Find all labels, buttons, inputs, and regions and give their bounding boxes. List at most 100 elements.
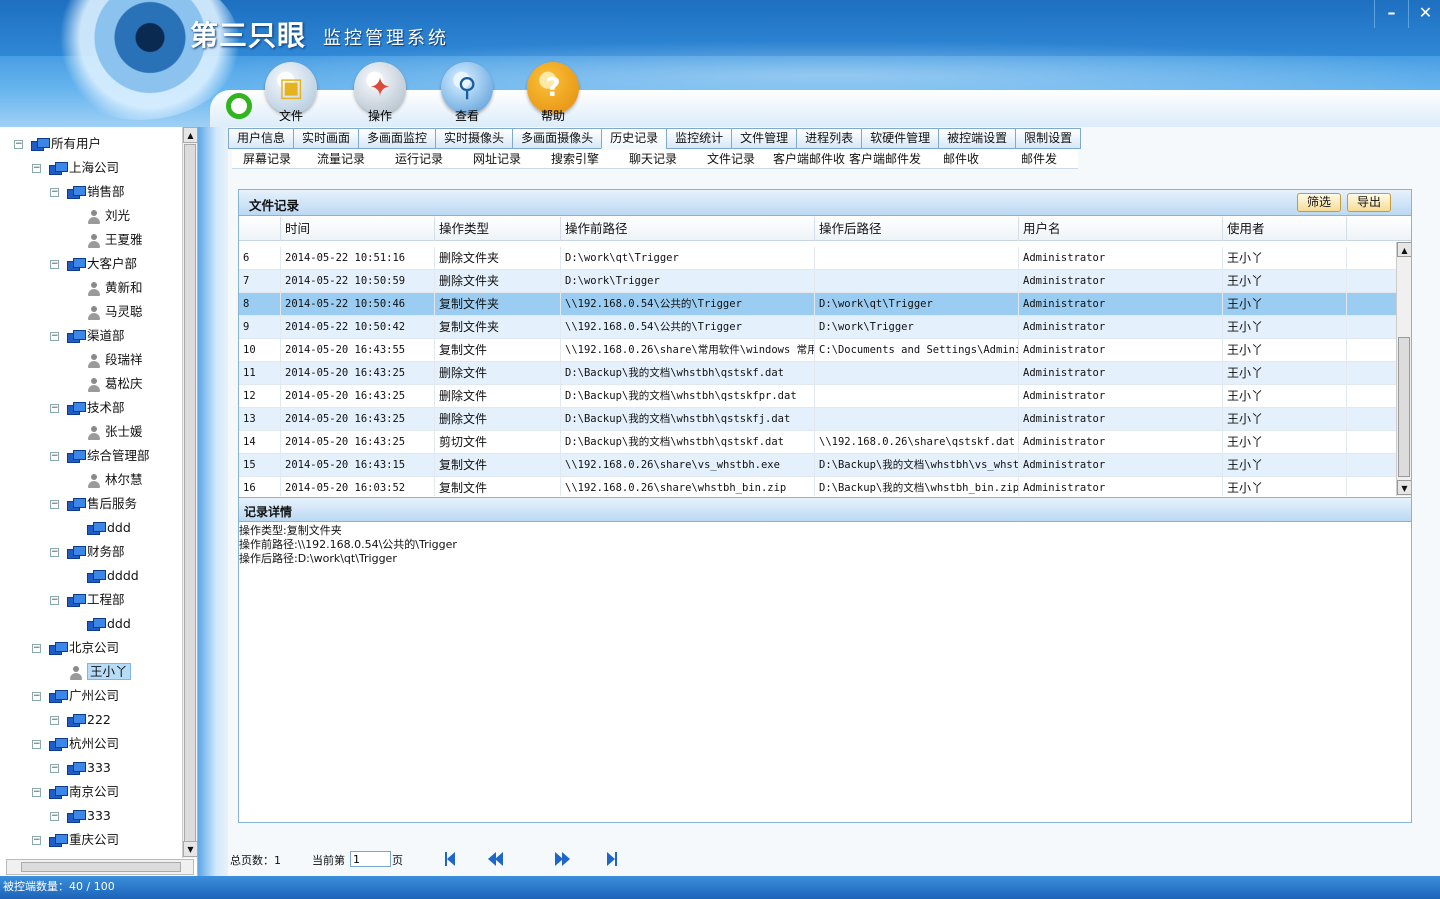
tree-horizontal-scrollbar[interactable] (6, 859, 194, 875)
primary-tab[interactable]: 进程列表 (796, 128, 863, 149)
table-row[interactable]: 9 2014-05-22 10:50:42 复制文件夹 \\192.168.0.54\… (239, 316, 1396, 339)
tree-node[interactable]: − 财务部 (50, 542, 125, 562)
last-page-button[interactable] (605, 850, 625, 868)
secondary-tab[interactable]: 邮件收 (922, 150, 1000, 169)
collapse-toggle-icon[interactable]: − (50, 452, 59, 461)
collapse-toggle-icon[interactable]: − (32, 788, 41, 797)
collapse-toggle-icon[interactable]: − (50, 404, 59, 413)
tree-node[interactable]: − 所有用户 (14, 134, 101, 154)
tree-node[interactable]: 王小丫 (50, 662, 131, 682)
primary-tab[interactable]: 监控统计 (666, 128, 733, 149)
table-vertical-scrollbar[interactable]: ▲ ▼ (1396, 242, 1411, 496)
tree-node[interactable]: − 333 (50, 806, 111, 826)
secondary-tab[interactable]: 聊天记录 (614, 150, 692, 169)
collapse-toggle-icon[interactable]: − (50, 716, 59, 725)
tree-node[interactable]: − 北京公司 (32, 638, 119, 658)
table-scroll-thumb[interactable] (1398, 337, 1410, 477)
tree-node[interactable]: dddd (68, 566, 139, 586)
tree-node[interactable]: − 南京公司 (32, 782, 119, 802)
tree-node[interactable]: − 大客户部 (50, 254, 137, 274)
column-header[interactable]: 使用者 (1223, 217, 1347, 241)
tree-node[interactable]: 马灵聪 (68, 302, 143, 322)
primary-tab[interactable]: 多画面摄像头 (512, 128, 603, 149)
column-header[interactable]: 操作后路径 (815, 217, 1019, 241)
current-page-input[interactable] (350, 851, 391, 867)
tree-node[interactable]: − 杭州公司 (32, 734, 119, 754)
collapse-toggle-icon[interactable]: − (50, 812, 59, 821)
table-row[interactable]: 10 2014-05-20 16:43:55 复制文件 \\192.168.0.26\… (239, 339, 1396, 362)
collapse-toggle-icon[interactable]: − (50, 500, 59, 509)
first-page-button[interactable] (442, 850, 462, 868)
primary-tab[interactable]: 软硬件管理 (861, 128, 940, 149)
column-header[interactable]: 操作类型 (435, 217, 561, 241)
tree-node[interactable]: 王夏雅 (68, 230, 143, 250)
collapse-toggle-icon[interactable]: − (32, 644, 41, 653)
next-page-button[interactable] (554, 850, 574, 868)
secondary-tab[interactable]: 网址记录 (458, 150, 536, 169)
primary-tab[interactable]: 实时画面 (293, 128, 360, 149)
tree-node[interactable]: − 综合管理部 (50, 446, 150, 466)
scroll-down-arrow-icon[interactable]: ▼ (1397, 480, 1411, 495)
secondary-tab[interactable]: 客户端邮件收 (770, 150, 848, 169)
collapse-toggle-icon[interactable]: − (32, 740, 41, 749)
scroll-up-arrow-icon[interactable]: ▲ (183, 127, 198, 143)
column-header[interactable]: 用户名 (1019, 217, 1223, 241)
tree-node[interactable]: − 渠道部 (50, 326, 125, 346)
toolbar-help-button[interactable]: ? 帮助 (520, 62, 586, 126)
panel-splitter[interactable] (198, 127, 228, 876)
tree-node[interactable]: − 222 (50, 710, 111, 730)
tree-node[interactable]: − 工程部 (50, 590, 125, 610)
column-header[interactable]: 操作前路径 (561, 217, 815, 241)
table-row[interactable]: 16 2014-05-20 16:03:52 复制文件 \\192.168.0.26\… (239, 477, 1396, 496)
secondary-tab[interactable]: 客户端邮件发 (848, 150, 922, 169)
tree-node[interactable]: ddd (68, 518, 131, 538)
toolbar-operate-button[interactable]: ✦ 操作 (347, 62, 413, 126)
collapse-toggle-icon[interactable]: − (14, 140, 23, 149)
tree-node[interactable]: 张士媛 (68, 422, 143, 442)
table-row[interactable]: 13 2014-05-20 16:43:25 删除文件 D:\Backup\我的文档\… (239, 408, 1396, 431)
table-row[interactable]: 6 2014-05-22 10:51:16 删除文件夹 D:\work\qt\Trig… (239, 247, 1396, 270)
minimize-button[interactable]: – (1374, 0, 1408, 28)
tree-node[interactable]: 刘光 (68, 206, 130, 226)
primary-tab[interactable]: 文件管理 (731, 128, 798, 149)
table-row[interactable]: 15 2014-05-20 16:43:15 复制文件 \\192.168.0.26\… (239, 454, 1396, 477)
table-row[interactable]: 8 2014-05-22 10:50:46 复制文件夹 \\192.168.0.54\… (239, 293, 1396, 316)
collapse-toggle-icon[interactable]: − (32, 836, 41, 845)
table-row[interactable]: 12 2014-05-20 16:43:25 删除文件 D:\Backup\我的文档\… (239, 385, 1396, 408)
primary-tab[interactable]: 历史记录 (601, 128, 668, 149)
secondary-tab[interactable]: 邮件发 (1000, 150, 1078, 169)
column-header[interactable] (239, 217, 281, 241)
collapse-toggle-icon[interactable]: − (50, 764, 59, 773)
secondary-tab[interactable]: 文件记录 (692, 150, 770, 169)
collapse-toggle-icon[interactable]: − (32, 164, 41, 173)
table-row[interactable]: 11 2014-05-20 16:43:25 删除文件 D:\Backup\我的文档\… (239, 362, 1396, 385)
secondary-tab[interactable]: 屏幕记录 (232, 150, 302, 169)
power-icon[interactable] (226, 93, 252, 119)
primary-tab[interactable]: 多画面监控 (358, 128, 437, 149)
collapse-toggle-icon[interactable]: − (50, 596, 59, 605)
tree-node[interactable]: − 广州公司 (32, 686, 119, 706)
collapse-toggle-icon[interactable]: − (50, 188, 59, 197)
filter-button[interactable]: 筛选 (1297, 193, 1341, 212)
tree-node[interactable]: − 重庆公司 (32, 830, 119, 850)
tree-node[interactable]: 葛松庆 (68, 374, 143, 394)
column-header[interactable]: 时间 (281, 217, 435, 241)
toolbar-file-button[interactable]: ▣ 文件 (258, 62, 324, 126)
tree-vertical-scrollbar[interactable]: ▲ ▼ (182, 127, 198, 858)
export-button[interactable]: 导出 (1347, 193, 1391, 212)
tree-node[interactable]: ddd (68, 614, 131, 634)
primary-tab[interactable]: 被控端设置 (938, 128, 1017, 149)
prev-page-button[interactable] (487, 850, 507, 868)
toolbar-view-button[interactable]: ⚲ 查看 (434, 62, 500, 126)
tree-node[interactable]: 黄新和 (68, 278, 143, 298)
tree-node[interactable]: 段瑞祥 (68, 350, 143, 370)
tree-node[interactable]: − 上海公司 (32, 158, 119, 178)
tree-node[interactable]: − 333 (50, 758, 111, 778)
tree-node[interactable]: − 销售部 (50, 182, 125, 202)
scroll-up-arrow-icon[interactable]: ▲ (1397, 242, 1411, 257)
primary-tab[interactable]: 用户信息 (228, 128, 295, 149)
secondary-tab[interactable]: 搜索引擎 (536, 150, 614, 169)
scroll-down-arrow-icon[interactable]: ▼ (183, 841, 198, 857)
close-button[interactable]: ✕ (1408, 0, 1440, 28)
collapse-toggle-icon[interactable]: − (50, 548, 59, 557)
